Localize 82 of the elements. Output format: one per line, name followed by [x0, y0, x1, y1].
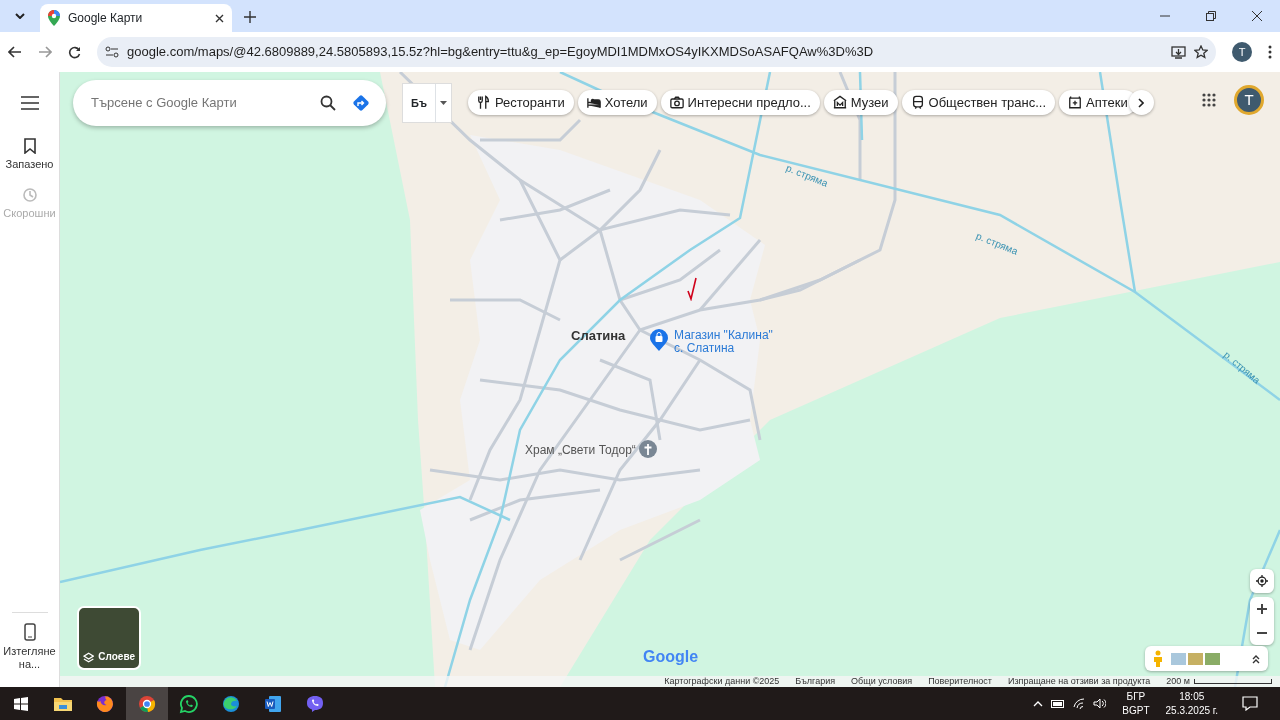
footer-link[interactable]: Поверителност	[928, 674, 992, 687]
footer-link[interactable]: Общи условия	[851, 674, 913, 687]
chrome-circle-icon	[137, 693, 157, 714]
train-icon	[910, 95, 925, 110]
category-chip[interactable]: Ресторанти	[467, 90, 574, 115]
forward-arrow-icon[interactable]	[38, 46, 52, 58]
chevron-down-icon	[15, 13, 25, 19]
place-label[interactable]: Храм „Свети Тодор“	[525, 441, 636, 459]
profile-avatar[interactable]: T	[1232, 42, 1252, 62]
plus-icon	[1257, 604, 1267, 614]
crosshair-icon	[1256, 574, 1268, 588]
sidebar-label[interactable]: Изтегляне на...	[1, 644, 58, 671]
google-logo: Google	[643, 647, 699, 667]
document-w-icon	[263, 693, 283, 714]
fork-knife-icon	[476, 95, 491, 110]
bookmark-icon[interactable]	[23, 138, 36, 154]
cross-pin-icon[interactable]	[639, 440, 657, 458]
restore-icon[interactable]	[1205, 10, 1217, 22]
close-icon[interactable]	[215, 13, 224, 23]
url-text: google.com/maps/@42.6809889,24.5805893,15.5z?hl=bg&entry=ttu&g_ep=EgoyMDI1MDMxOS4yIKXMDSoASAFQAw%3D%3D	[127, 43, 875, 62]
river-label: р. стряма	[973, 229, 1021, 259]
tick-mark	[687, 277, 697, 301]
menu-icon[interactable]	[20, 96, 39, 110]
expand-up-icon[interactable]	[1252, 653, 1260, 664]
sidebar-label: Скорошни	[3, 207, 56, 221]
phone-bubble-icon	[305, 693, 325, 714]
close-icon[interactable]	[1251, 10, 1263, 22]
back-arrow-icon[interactable]	[8, 46, 22, 58]
place-label[interactable]: Слатина	[571, 326, 626, 346]
taskbar-app-button[interactable]	[126, 687, 168, 720]
category-chip[interactable]: Хотели	[577, 90, 657, 115]
browser-tab[interactable]: Google Карти	[40, 4, 232, 32]
more-options-icon[interactable]	[1268, 45, 1272, 59]
footer-link[interactable]: България	[795, 674, 836, 687]
sidebar-label[interactable]: Запазено	[5, 158, 54, 172]
speaker-icon[interactable]	[1093, 698, 1107, 709]
caret-icon	[439, 101, 447, 105]
layers-button[interactable]: Слоеве	[77, 606, 141, 670]
place-label[interactable]: Магазин "Калина" с. Слатина	[674, 329, 784, 355]
chat-bubble-icon	[179, 693, 199, 714]
map-data-text: Картографски данни ©2025	[664, 674, 780, 687]
tab-title: Google Карти	[68, 10, 144, 27]
layers-label: Слоеве	[98, 650, 135, 664]
imagery-thumbnails-drawing[interactable]	[1171, 652, 1221, 665]
globe-fox-icon	[95, 693, 115, 714]
search-bar[interactable]: Търсене с Google Карти	[73, 80, 386, 126]
category-chip[interactable]: Музеи	[823, 90, 898, 115]
wave-circle-icon	[221, 693, 241, 714]
layers-icon	[83, 652, 95, 664]
map-pin-icon	[48, 10, 60, 26]
search-field[interactable]: Търсене с Google Карти	[89, 92, 304, 114]
phone-icon[interactable]	[23, 622, 36, 641]
plus-icon[interactable]	[244, 11, 256, 23]
wifi-icon[interactable]	[1073, 698, 1086, 709]
clock-time[interactable]: 18:05	[1179, 689, 1205, 704]
chevron-right-icon	[1138, 97, 1145, 108]
search-icon[interactable]	[320, 95, 336, 111]
museum-building-icon	[832, 95, 847, 110]
my-location-button[interactable]	[1250, 569, 1274, 593]
reload-icon[interactable]	[68, 45, 81, 59]
notification-icon[interactable]	[1242, 696, 1258, 711]
river-label: р. стряма	[783, 161, 831, 191]
star-icon[interactable]	[1194, 45, 1208, 59]
pharmacy-icon	[1068, 95, 1083, 110]
keyboard-layout[interactable]: BGPT	[1122, 703, 1150, 718]
camera-icon	[669, 95, 684, 110]
clock-date[interactable]: 25.3.2025 г.	[1165, 703, 1218, 718]
address-bar[interactable]: google.com/maps/@42.6809889,24.5805893,15.5z?hl=bg&entry=ttu&g_ep=EgoyMDI1MDMxOS4yIKXMDSoASAFQAw%3D%3D	[97, 37, 1216, 67]
site-settings-icon[interactable]	[105, 46, 119, 58]
category-chip[interactable]: Интересни предло...	[660, 90, 820, 115]
language-indicator[interactable]: БГР	[1126, 689, 1146, 704]
shopping-bag-pin-icon[interactable]	[650, 329, 668, 351]
bed-icon	[586, 95, 601, 110]
chevron-up-icon[interactable]	[1033, 700, 1044, 707]
install-icon[interactable]	[1171, 45, 1186, 59]
minus-icon	[1257, 632, 1267, 634]
windows-logo-icon	[14, 696, 28, 711]
apps-grid-icon[interactable]	[1202, 93, 1216, 107]
footer-link[interactable]: Изпращане на отзиви за продукта	[1007, 674, 1151, 687]
battery-icon[interactable]	[1051, 699, 1066, 708]
scale-label: 200 м	[1166, 674, 1190, 687]
category-chip[interactable]: Обществен транс...	[901, 90, 1056, 115]
